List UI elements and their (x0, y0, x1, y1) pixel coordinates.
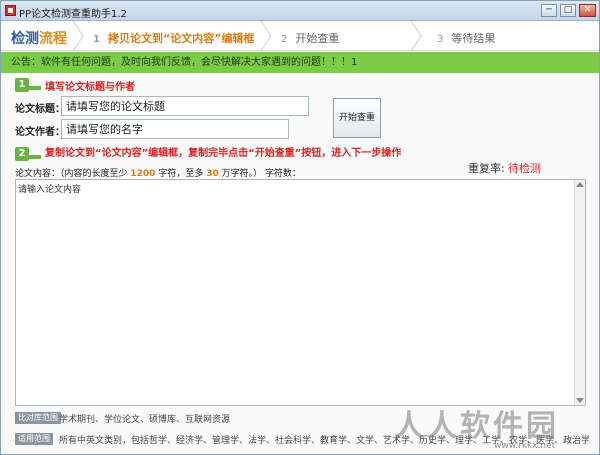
step-number: 2 (281, 34, 288, 45)
start-check-button[interactable]: 开始查重 (333, 98, 381, 138)
close-button[interactable]: ✕ (579, 4, 596, 17)
compare-scope-tag: 比对库范围 (15, 412, 61, 424)
process-title: 检测流程 (11, 28, 67, 48)
fill-title-instruction: 填写论文标题与作者 (45, 82, 135, 93)
author-label: 论文作者： (15, 127, 65, 138)
step-wait-result: 3 等待结果 (437, 30, 495, 46)
max-chars: 30 (206, 169, 219, 179)
watermark-logo: 人人软件园 (394, 409, 559, 444)
chevron-right-icon (410, 21, 422, 51)
maximize-button[interactable]: □ (560, 4, 576, 17)
watermark-url: www.rkkx.net (494, 441, 556, 451)
paper-author-input[interactable]: 请填写您的名字 (61, 119, 289, 139)
content-scrollbar[interactable] (574, 180, 585, 405)
content-label-post: 万字符。） 字符数： (221, 169, 301, 179)
window-title: PP论文检测查重助手1.2 (19, 9, 127, 20)
step-number: 3 (437, 34, 444, 45)
paper-content-textarea[interactable]: 请输入论文内容 (15, 179, 586, 406)
step-number: 1 (93, 34, 100, 45)
process-title-highlight: 流程 (39, 31, 67, 47)
paper-title-input[interactable]: 请填写您的论文标题 (61, 96, 309, 116)
scroll-up-icon[interactable] (576, 182, 584, 187)
title-bar[interactable]: PP论文检测查重助手1.2 ─ □ ✕ (1, 1, 599, 21)
content-label: 论文内容：（内容的长度至少 1200 字符，至多 30 万字符。） 字符数： (15, 166, 301, 179)
scroll-down-icon[interactable] (576, 398, 584, 403)
min-chars: 1200 (130, 169, 156, 179)
step-one-badge: 1 (15, 78, 41, 92)
notice-bar: 公告：软件有任何问题，及时向我们反馈，会尽快解决大家遇到的问题！！！1 (1, 52, 599, 73)
app-icon (5, 5, 16, 16)
copy-content-instruction: 复制论文到“论文内容”编辑框，复制完毕点击“开始查重”按钮，进入下一步操作 (45, 148, 402, 159)
badge-bar (27, 86, 41, 90)
compare-scope-text: 学术期刊、学位论文、硕博库、互联网资源 (59, 415, 231, 425)
app-window: PP论文检测查重助手1.2 ─ □ ✕ 检测流程 1 拷贝论文到“论文内容”编辑框… (0, 0, 600, 455)
minimize-button[interactable]: ─ (541, 4, 557, 17)
step-label: 开始查重 (295, 32, 340, 45)
process-title-prefix: 检测 (11, 31, 39, 47)
title-label: 论文标题： (15, 104, 65, 115)
step-label: 拷贝论文到“论文内容”编辑框 (107, 32, 255, 45)
chevron-right-icon (260, 21, 272, 51)
step-two-badge: 2 (15, 147, 41, 161)
apply-scope-tag: 适用范围 (15, 433, 53, 445)
repeat-rate-label: 重复率: (468, 162, 505, 175)
step-start-check: 2 开始查重 (281, 30, 339, 46)
content-label-mid: 字符，至多 (158, 169, 204, 179)
step-label: 等待结果 (451, 32, 496, 45)
process-steps: 检测流程 1 拷贝论文到“论文内容”编辑框 2 开始查重 3 等待结果 (1, 21, 599, 51)
badge-bar (27, 155, 41, 159)
repeat-rate-value: 待检测 (508, 162, 541, 175)
step-copy-paper: 1 拷贝论文到“论文内容”编辑框 (93, 30, 254, 46)
content-placeholder: 请输入论文内容 (18, 185, 82, 195)
content-label-pre: 论文内容：（内容的长度至少 (15, 169, 128, 179)
chevron-right-icon (72, 21, 84, 51)
